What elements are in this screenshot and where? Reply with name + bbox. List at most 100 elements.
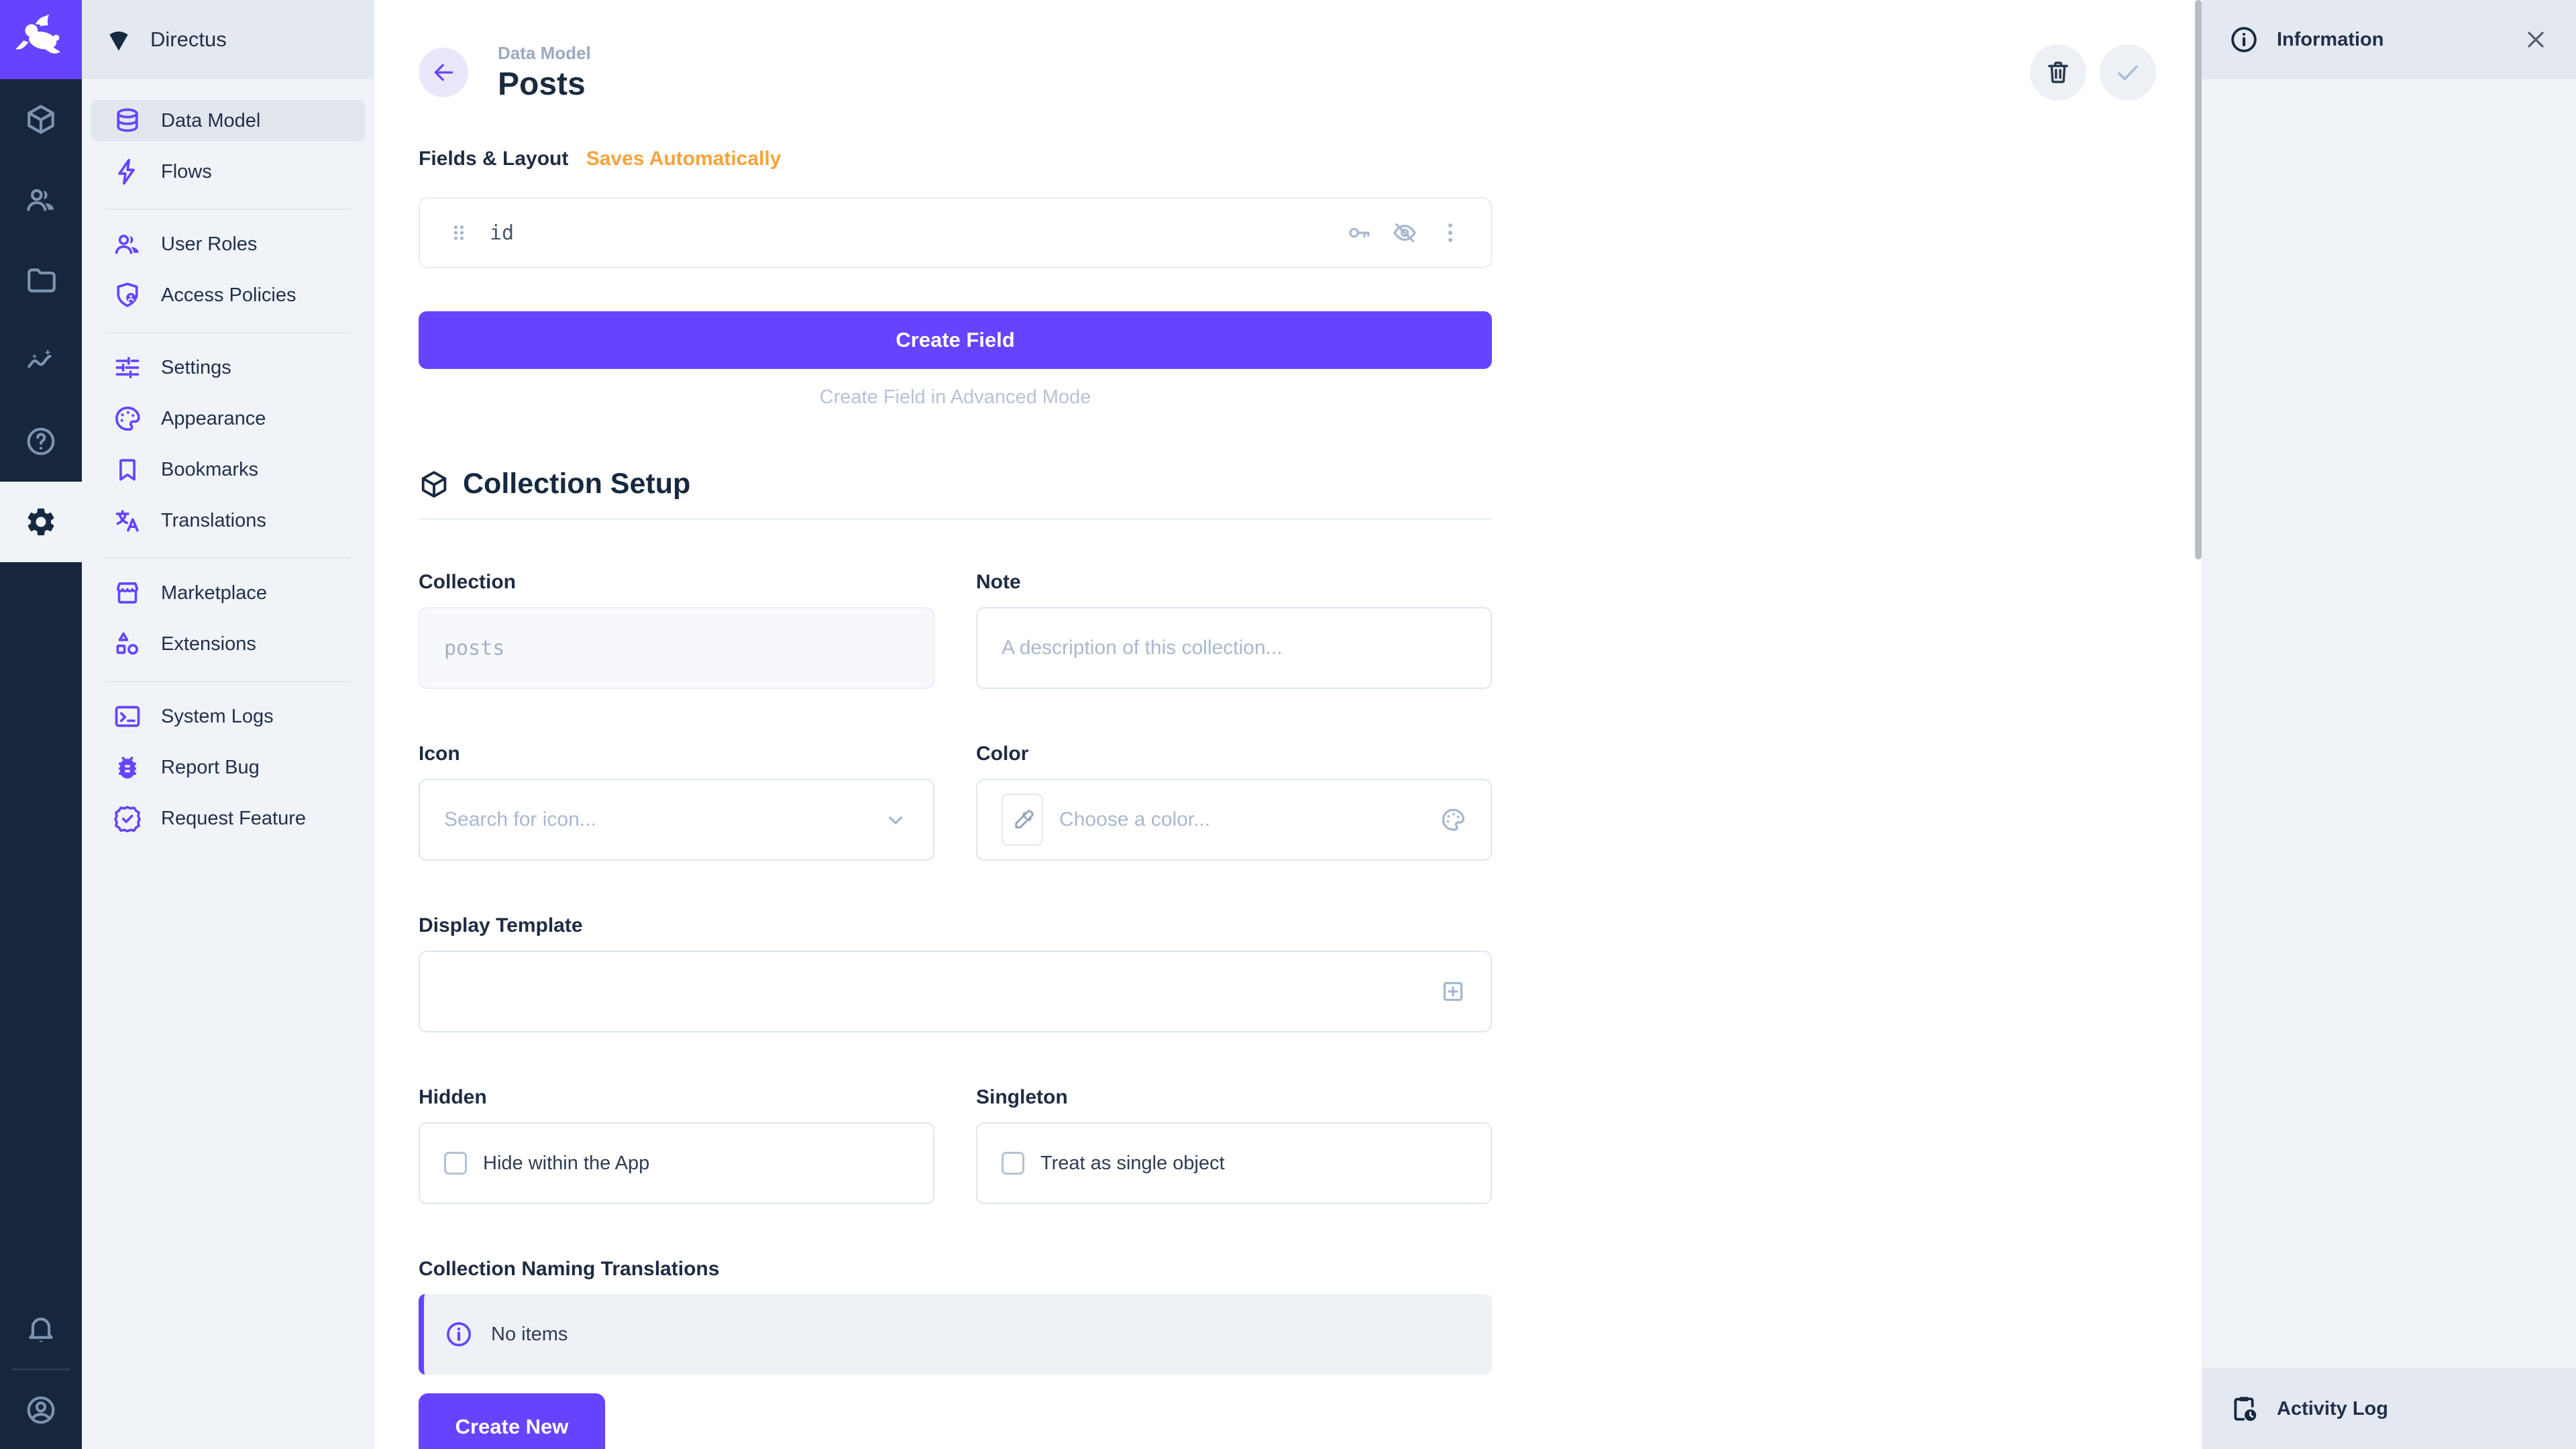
sidebar-item-request-feature[interactable]: Request Feature [91, 798, 365, 839]
shield-icon [113, 280, 142, 310]
note-field: Note [976, 571, 1492, 689]
activity-log-label: Activity Log [2277, 1398, 2388, 1420]
delete-collection-button[interactable] [2030, 44, 2086, 101]
collection-setup-form: Collection Note Icon [419, 571, 1536, 1449]
note-input[interactable] [1002, 637, 1466, 659]
module-content[interactable] [0, 79, 82, 160]
module-insights[interactable] [0, 321, 82, 401]
settings-sidebar: Directus Data Model Flows [82, 0, 374, 1449]
directus-app: Directus Data Model Flows [0, 0, 2576, 1449]
nav-divider [106, 557, 350, 559]
field-row-id[interactable]: id [419, 197, 1492, 268]
icon-search-input[interactable] [444, 808, 866, 831]
notifications-button[interactable] [0, 1288, 82, 1368]
more-vertical-icon[interactable] [1437, 219, 1464, 246]
module-bar-bottom [0, 1288, 82, 1449]
sidebar-item-label: Bookmarks [161, 459, 258, 481]
module-help[interactable] [0, 401, 82, 482]
eye-off-icon [1391, 219, 1418, 246]
settings-gear-icon [24, 505, 58, 539]
help-icon [24, 425, 58, 458]
terminal-icon [113, 702, 142, 731]
singleton-field: Singleton Treat as single object [976, 1086, 1492, 1204]
module-users[interactable] [0, 160, 82, 240]
create-new-button[interactable]: Create New [419, 1393, 605, 1449]
color-swatch-button[interactable] [1002, 794, 1043, 846]
eyedropper-icon [1011, 808, 1034, 831]
sidebar-item-system-logs[interactable]: System Logs [91, 696, 365, 737]
icon-input-box [419, 779, 934, 861]
sidebar-item-translations[interactable]: Translations [91, 500, 365, 541]
breadcrumb[interactable]: Data Model [498, 43, 591, 64]
translate-icon [113, 506, 142, 535]
palette-icon[interactable] [1440, 806, 1466, 833]
account-button[interactable] [0, 1371, 82, 1449]
drag-handle-icon[interactable] [447, 221, 471, 245]
icon-field: Icon [419, 743, 934, 861]
info-sidebar: Information Activity Log [2202, 0, 2576, 1449]
add-field-box-icon[interactable] [1440, 978, 1466, 1005]
display-template-label: Display Template [419, 914, 1492, 937]
sidebar-item-bookmarks[interactable]: Bookmarks [91, 449, 365, 490]
palette-icon [113, 404, 142, 433]
info-circle-icon [2229, 24, 2259, 55]
display-template-input-box [419, 951, 1492, 1032]
hidden-checkbox-row[interactable]: Hide within the App [419, 1122, 934, 1204]
color-input-box [976, 779, 1492, 861]
hidden-field: Hidden Hide within the App [419, 1086, 934, 1204]
create-field-button[interactable]: Create Field [419, 311, 1492, 369]
directus-logo[interactable] [0, 0, 82, 79]
sidebar-item-user-roles[interactable]: User Roles [91, 223, 365, 265]
sidebar-item-extensions[interactable]: Extensions [91, 623, 365, 665]
database-icon [113, 106, 142, 136]
bell-icon [24, 1311, 58, 1345]
sidebar-item-label: User Roles [161, 233, 257, 256]
storefront-icon [113, 578, 142, 608]
sidebar-item-label: Extensions [161, 633, 256, 655]
bolt-icon [113, 157, 142, 186]
sidebar-item-settings[interactable]: Settings [91, 347, 365, 388]
main-scroll-area: Data Model Posts Fields & Layout Saves A… [374, 0, 1492, 1449]
key-icon [1346, 219, 1373, 246]
close-icon[interactable] [2522, 26, 2549, 53]
chevron-down-icon[interactable] [882, 806, 909, 833]
project-bar[interactable]: Directus [82, 0, 374, 79]
sidebar-item-label: Settings [161, 357, 231, 379]
vertical-scrollbar[interactable] [2195, 0, 2202, 559]
box-icon [24, 103, 58, 136]
page-title: Posts [498, 68, 591, 101]
display-template-input[interactable] [444, 980, 1424, 1003]
fields-layout-heading: Fields & Layout [419, 148, 568, 170]
collection-setup-heading: Collection Setup [419, 468, 1492, 500]
singleton-checkbox-row[interactable]: Treat as single object [976, 1122, 1492, 1204]
sidebar-item-marketplace[interactable]: Marketplace [91, 572, 365, 614]
singleton-checkbox-label: Treat as single object [1040, 1152, 1225, 1175]
sidebar-item-appearance[interactable]: Appearance [91, 398, 365, 439]
field-name: id [490, 221, 514, 245]
color-input[interactable] [1059, 808, 1424, 831]
section-divider [419, 518, 1492, 520]
back-button[interactable] [419, 48, 468, 97]
create-field-advanced-link[interactable]: Create Field in Advanced Mode [419, 386, 1492, 409]
autosave-note: Saves Automatically [586, 148, 782, 170]
singleton-checkbox[interactable] [1002, 1152, 1024, 1175]
no-items-notice: No items [419, 1294, 1492, 1375]
nav-divider [106, 209, 350, 210]
sidebar-item-flows[interactable]: Flows [91, 151, 365, 193]
collection-input-box [419, 607, 934, 689]
info-panel-header: Information [2202, 0, 2576, 79]
field-row-icons [1346, 219, 1464, 246]
rabbit-logo-icon [12, 11, 70, 68]
sidebar-item-access-policies[interactable]: Access Policies [91, 274, 365, 316]
sidebar-item-report-bug[interactable]: Report Bug [91, 747, 365, 788]
package-icon [419, 469, 449, 500]
activity-log-button[interactable]: Activity Log [2202, 1368, 2576, 1449]
module-settings[interactable] [0, 482, 82, 562]
bug-icon [113, 753, 142, 782]
module-files[interactable] [0, 240, 82, 321]
collection-setup-title: Collection Setup [463, 468, 690, 500]
hidden-checkbox[interactable] [444, 1152, 467, 1175]
save-button[interactable] [2100, 44, 2156, 101]
collection-input[interactable] [444, 637, 909, 660]
sidebar-item-data-model[interactable]: Data Model [91, 100, 365, 142]
